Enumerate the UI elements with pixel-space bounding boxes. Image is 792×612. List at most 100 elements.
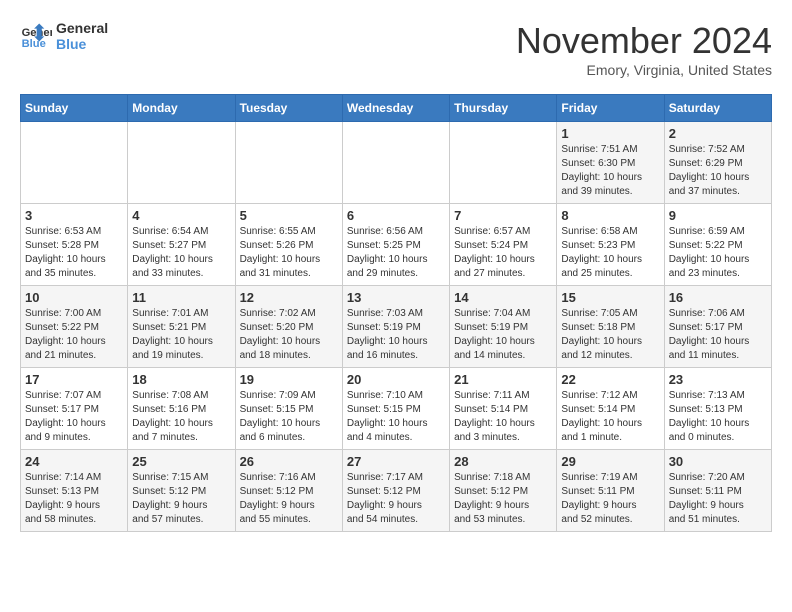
calendar-cell: 10 Sunrise: 7:00 AM Sunset: 5:22 PM Dayli…: [21, 286, 128, 368]
calendar-cell: 15 Sunrise: 7:05 AM Sunset: 5:18 PM Dayli…: [557, 286, 664, 368]
calendar-table: Sunday Monday Tuesday Wednesday Thursday…: [20, 94, 772, 532]
day-content: Sunrise: 7:11 AM Sunset: 5:14 PM Dayligh…: [454, 389, 552, 445]
logo-icon: General Blue: [20, 20, 52, 52]
day-content: Sunrise: 7:09 AM Sunset: 5:15 PM Dayligh…: [240, 389, 338, 445]
day-content: Sunrise: 7:02 AM Sunset: 5:20 PM Dayligh…: [240, 307, 338, 363]
month-title: November 2024: [516, 20, 772, 62]
day-number: 15: [561, 290, 659, 305]
day-number: 4: [132, 208, 230, 223]
day-content: Sunrise: 7:13 AM Sunset: 5:13 PM Dayligh…: [669, 389, 767, 445]
calendar-cell: 7Sunrise: 6:57 AM Sunset: 5:24 PM Daylig…: [450, 204, 557, 286]
day-number: 17: [25, 372, 123, 387]
header-friday: Friday: [557, 95, 664, 122]
day-content: Sunrise: 6:59 AM Sunset: 5:22 PM Dayligh…: [669, 225, 767, 281]
day-number: 1: [561, 126, 659, 141]
calendar-cell: 24 Sunrise: 7:14 AM Sunset: 5:13 PM Dayli…: [21, 450, 128, 532]
day-content: Sunrise: 7:51 AM Sunset: 6:30 PM Dayligh…: [561, 143, 659, 199]
day-content: Sunrise: 7:10 AM Sunset: 5:15 PM Dayligh…: [347, 389, 445, 445]
header-wednesday: Wednesday: [342, 95, 449, 122]
day-content: Sunrise: 6:54 AM Sunset: 5:27 PM Dayligh…: [132, 225, 230, 281]
calendar-cell: 13Sunrise: 7:03 AM Sunset: 5:19 PM Dayli…: [342, 286, 449, 368]
calendar-cell: 26 Sunrise: 7:16 AM Sunset: 5:12 PM Dayli…: [235, 450, 342, 532]
calendar-header-row: Sunday Monday Tuesday Wednesday Thursday…: [21, 95, 772, 122]
calendar-cell: 18 Sunrise: 7:08 AM Sunset: 5:16 PM Dayli…: [128, 368, 235, 450]
day-content: Sunrise: 7:17 AM Sunset: 5:12 PM Dayligh…: [347, 471, 445, 527]
day-content: Sunrise: 6:53 AM Sunset: 5:28 PM Dayligh…: [25, 225, 123, 281]
day-content: Sunrise: 7:14 AM Sunset: 5:13 PM Dayligh…: [25, 471, 123, 527]
day-content: Sunrise: 6:56 AM Sunset: 5:25 PM Dayligh…: [347, 225, 445, 281]
calendar-cell: 21 Sunrise: 7:11 AM Sunset: 5:14 PM Dayli…: [450, 368, 557, 450]
day-number: 24: [25, 454, 123, 469]
day-number: 25: [132, 454, 230, 469]
calendar-week-3: 17Sunrise: 7:07 AM Sunset: 5:17 PM Dayli…: [21, 368, 772, 450]
calendar-cell: 6 Sunrise: 6:56 AM Sunset: 5:25 PM Daylig…: [342, 204, 449, 286]
day-content: Sunrise: 7:05 AM Sunset: 5:18 PM Dayligh…: [561, 307, 659, 363]
day-content: Sunrise: 7:00 AM Sunset: 5:22 PM Dayligh…: [25, 307, 123, 363]
day-number: 10: [25, 290, 123, 305]
day-number: 3: [25, 208, 123, 223]
calendar-cell: 9 Sunrise: 6:59 AM Sunset: 5:22 PM Daylig…: [664, 204, 771, 286]
header-monday: Monday: [128, 95, 235, 122]
calendar-cell: [235, 122, 342, 204]
header-sunday: Sunday: [21, 95, 128, 122]
calendar-cell: 17Sunrise: 7:07 AM Sunset: 5:17 PM Dayli…: [21, 368, 128, 450]
calendar-cell: 20 Sunrise: 7:10 AM Sunset: 5:15 PM Dayli…: [342, 368, 449, 450]
day-content: Sunrise: 6:58 AM Sunset: 5:23 PM Dayligh…: [561, 225, 659, 281]
calendar-cell: 30Sunrise: 7:20 AM Sunset: 5:11 PM Dayli…: [664, 450, 771, 532]
day-content: Sunrise: 7:18 AM Sunset: 5:12 PM Dayligh…: [454, 471, 552, 527]
header-saturday: Saturday: [664, 95, 771, 122]
day-content: Sunrise: 7:19 AM Sunset: 5:11 PM Dayligh…: [561, 471, 659, 527]
calendar-cell: 5 Sunrise: 6:55 AM Sunset: 5:26 PM Daylig…: [235, 204, 342, 286]
day-number: 5: [240, 208, 338, 223]
day-number: 22: [561, 372, 659, 387]
day-number: 20: [347, 372, 445, 387]
calendar-cell: 29 Sunrise: 7:19 AM Sunset: 5:11 PM Dayli…: [557, 450, 664, 532]
calendar-cell: [128, 122, 235, 204]
day-number: 19: [240, 372, 338, 387]
calendar-cell: 22 Sunrise: 7:12 AM Sunset: 5:14 PM Dayli…: [557, 368, 664, 450]
day-number: 6: [347, 208, 445, 223]
logo-line2: Blue: [56, 36, 108, 52]
day-number: 18: [132, 372, 230, 387]
day-number: 12: [240, 290, 338, 305]
calendar-cell: 2Sunrise: 7:52 AM Sunset: 6:29 PM Daylig…: [664, 122, 771, 204]
day-number: 27: [347, 454, 445, 469]
calendar-cell: [450, 122, 557, 204]
day-number: 2: [669, 126, 767, 141]
calendar-cell: [342, 122, 449, 204]
day-content: Sunrise: 7:20 AM Sunset: 5:11 PM Dayligh…: [669, 471, 767, 527]
calendar-cell: 27 Sunrise: 7:17 AM Sunset: 5:12 PM Dayli…: [342, 450, 449, 532]
day-number: 11: [132, 290, 230, 305]
calendar-cell: [21, 122, 128, 204]
calendar-week-2: 10 Sunrise: 7:00 AM Sunset: 5:22 PM Dayli…: [21, 286, 772, 368]
calendar-week-1: 3 Sunrise: 6:53 AM Sunset: 5:28 PM Daylig…: [21, 204, 772, 286]
calendar-cell: 1 Sunrise: 7:51 AM Sunset: 6:30 PM Daylig…: [557, 122, 664, 204]
calendar-cell: 23 Sunrise: 7:13 AM Sunset: 5:13 PM Dayli…: [664, 368, 771, 450]
day-content: Sunrise: 7:06 AM Sunset: 5:17 PM Dayligh…: [669, 307, 767, 363]
day-number: 28: [454, 454, 552, 469]
day-content: Sunrise: 7:08 AM Sunset: 5:16 PM Dayligh…: [132, 389, 230, 445]
calendar-cell: 25Sunrise: 7:15 AM Sunset: 5:12 PM Dayli…: [128, 450, 235, 532]
day-content: Sunrise: 7:01 AM Sunset: 5:21 PM Dayligh…: [132, 307, 230, 363]
day-content: Sunrise: 7:16 AM Sunset: 5:12 PM Dayligh…: [240, 471, 338, 527]
calendar-cell: 19 Sunrise: 7:09 AM Sunset: 5:15 PM Dayli…: [235, 368, 342, 450]
day-number: 16: [669, 290, 767, 305]
day-content: Sunrise: 6:57 AM Sunset: 5:24 PM Dayligh…: [454, 225, 552, 281]
day-content: Sunrise: 7:04 AM Sunset: 5:19 PM Dayligh…: [454, 307, 552, 363]
day-number: 9: [669, 208, 767, 223]
calendar-cell: 12 Sunrise: 7:02 AM Sunset: 5:20 PM Dayli…: [235, 286, 342, 368]
day-number: 14: [454, 290, 552, 305]
header-thursday: Thursday: [450, 95, 557, 122]
day-content: Sunrise: 7:12 AM Sunset: 5:14 PM Dayligh…: [561, 389, 659, 445]
location: Emory, Virginia, United States: [516, 62, 772, 78]
title-block: November 2024 Emory, Virginia, United St…: [516, 20, 772, 78]
day-number: 13: [347, 290, 445, 305]
calendar-cell: 28 Sunrise: 7:18 AM Sunset: 5:12 PM Dayli…: [450, 450, 557, 532]
page-header: General Blue General Blue November 2024 …: [20, 20, 772, 78]
day-number: 29: [561, 454, 659, 469]
day-number: 26: [240, 454, 338, 469]
day-number: 23: [669, 372, 767, 387]
calendar-cell: 14 Sunrise: 7:04 AM Sunset: 5:19 PM Dayli…: [450, 286, 557, 368]
day-number: 21: [454, 372, 552, 387]
day-content: Sunrise: 6:55 AM Sunset: 5:26 PM Dayligh…: [240, 225, 338, 281]
